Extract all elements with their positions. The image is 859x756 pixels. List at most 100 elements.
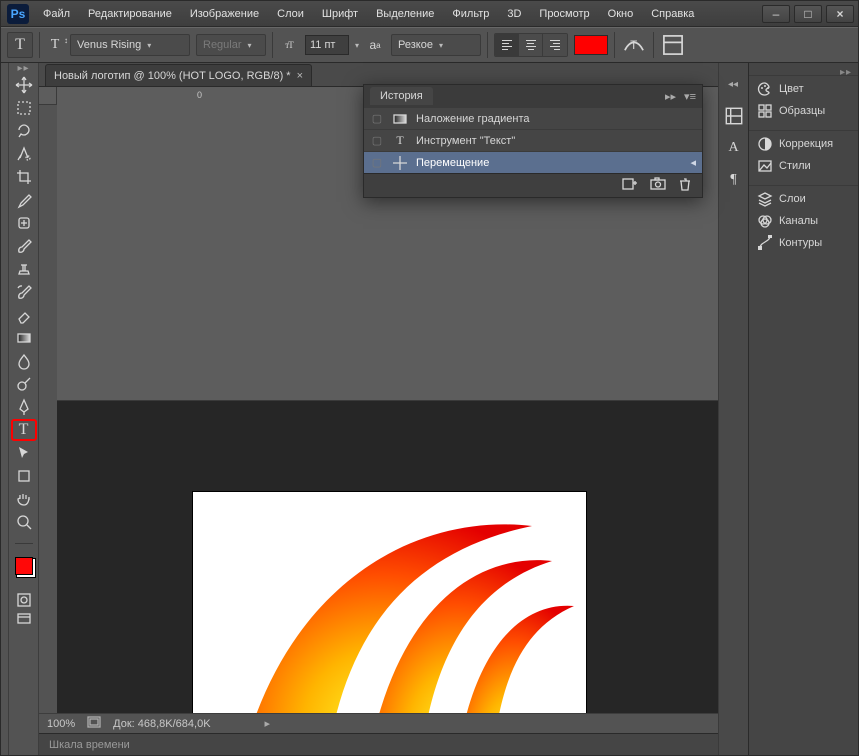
menu-select[interactable]: Выделение — [368, 5, 442, 23]
text-orientation-toggle[interactable]: T↕ — [46, 36, 64, 54]
timeline-label: Шкала времени — [49, 739, 130, 751]
separator — [614, 32, 615, 58]
zoom-value[interactable]: 100% — [47, 718, 75, 730]
menu-type[interactable]: Шрифт — [314, 5, 366, 23]
left-ledge — [1, 63, 9, 755]
move-tool[interactable] — [11, 74, 37, 96]
delete-state-icon[interactable] — [678, 177, 692, 194]
status-menu-icon[interactable]: ▸ — [264, 717, 710, 730]
type-tool[interactable]: T — [11, 419, 37, 441]
panel-collapse-icon[interactable]: ▸▸ — [749, 67, 858, 75]
close-tab-icon[interactable]: × — [297, 70, 303, 82]
path-select-tool[interactable] — [11, 442, 37, 464]
history-panel[interactable]: История ▸▸ ▾≡ ▢ Наложение градиента ▢ T … — [363, 84, 703, 198]
shape-tool[interactable] — [11, 465, 37, 487]
zoom-tool[interactable] — [11, 511, 37, 533]
history-row[interactable]: ▢ T Инструмент "Текст" — [364, 129, 702, 151]
hand-tool[interactable] — [11, 488, 37, 510]
font-family-dropdown[interactable]: Venus Rising ▾ — [70, 34, 190, 56]
new-document-from-state-icon[interactable] — [622, 177, 638, 194]
font-size-input[interactable] — [305, 35, 349, 55]
history-current-marker-icon: ◂ — [690, 156, 696, 169]
foreground-color-swatch[interactable] — [15, 557, 33, 575]
menu-view[interactable]: Просмотр — [531, 5, 597, 23]
history-visibility-toggle[interactable]: ▢ — [370, 156, 384, 169]
align-left-button[interactable] — [495, 34, 519, 56]
panel-color[interactable]: Цвет — [749, 78, 858, 100]
current-tool-type-icon[interactable]: T — [7, 32, 33, 58]
eraser-tool[interactable] — [11, 304, 37, 326]
history-row-label: Наложение градиента — [416, 113, 530, 125]
history-row[interactable]: ▢ Наложение градиента — [364, 107, 702, 129]
align-center-button[interactable] — [519, 34, 543, 56]
chevron-down-icon[interactable]: ▾ — [355, 41, 359, 50]
paragraph-panel-icon[interactable]: ¶ — [723, 169, 745, 191]
properties-panel-icon[interactable] — [723, 105, 745, 127]
panel-collapse-icon[interactable]: ▸▸ — [665, 90, 676, 103]
crop-tool[interactable] — [11, 166, 37, 188]
anti-alias-dropdown[interactable]: Резкое ▾ — [391, 34, 481, 56]
canvas[interactable]: HOT LOGO — [192, 491, 587, 714]
panel-label: Коррекция — [779, 138, 833, 150]
maximize-button[interactable]: □ — [794, 5, 822, 23]
panel-channels[interactable]: Каналы — [749, 210, 858, 232]
panel-grip-icon[interactable]: ▸▸ — [13, 65, 35, 71]
text-color-swatch[interactable] — [574, 35, 608, 55]
panel-layers[interactable]: Слои — [749, 188, 858, 210]
status-icon[interactable] — [87, 716, 101, 731]
minimize-button[interactable]: – — [762, 5, 790, 23]
align-right-button[interactable] — [543, 34, 567, 56]
timeline-panel-tab[interactable]: Шкала времени — [39, 733, 718, 755]
pen-tool[interactable] — [11, 396, 37, 418]
quick-mask-toggle[interactable] — [11, 591, 37, 609]
panel-group: Цвет Образцы — [749, 75, 858, 124]
marquee-tool[interactable] — [11, 97, 37, 119]
snapshot-icon[interactable] — [650, 177, 666, 194]
character-panel-icon[interactable]: A — [723, 137, 745, 159]
status-bar: 100% Док: 468,8K/684,0K ▸ — [39, 713, 718, 733]
paths-icon — [757, 235, 773, 251]
quick-select-tool[interactable] — [11, 143, 37, 165]
history-list: ▢ Наложение градиента ▢ T Инструмент "Те… — [364, 107, 702, 173]
lasso-tool[interactable] — [11, 120, 37, 142]
blur-tool[interactable] — [11, 350, 37, 372]
clone-stamp-tool[interactable] — [11, 258, 37, 280]
right-panel: ▸▸ Цвет Образцы Коррекция Стили — [748, 63, 858, 755]
history-panel-header[interactable]: История ▸▸ ▾≡ — [364, 85, 702, 107]
menu-file[interactable]: Файл — [35, 5, 78, 23]
dock-expand-icon[interactable]: ◂◂ — [722, 73, 744, 95]
history-visibility-toggle[interactable]: ▢ — [370, 112, 384, 125]
tools-panel: ▸▸ T — [9, 63, 39, 755]
eyedropper-tool[interactable] — [11, 189, 37, 211]
history-footer — [364, 173, 702, 197]
panel-swatches[interactable]: Образцы — [749, 100, 858, 122]
separator — [653, 32, 654, 58]
history-row[interactable]: ▢ Перемещение ◂ — [364, 151, 702, 173]
font-style-dropdown[interactable]: Regular ▾ — [196, 34, 266, 56]
panel-menu-icon[interactable]: ▾≡ — [684, 90, 696, 103]
healing-brush-tool[interactable] — [11, 212, 37, 234]
menu-window[interactable]: Окно — [600, 5, 642, 23]
menu-3d[interactable]: 3D — [499, 5, 529, 23]
panel-paths[interactable]: Контуры — [749, 232, 858, 254]
panel-adjustments[interactable]: Коррекция — [749, 133, 858, 155]
canvas-viewport[interactable]: HOT LOGO Текст — [57, 401, 718, 714]
character-panel-button[interactable] — [660, 34, 686, 56]
dodge-tool[interactable] — [11, 373, 37, 395]
menu-edit[interactable]: Редактирование — [80, 5, 180, 23]
screen-mode-toggle[interactable] — [11, 610, 37, 628]
gradient-tool[interactable] — [11, 327, 37, 349]
menu-layers[interactable]: Слои — [269, 5, 312, 23]
doc-size-value: Док: 468,8K/684,0K — [113, 718, 210, 730]
history-tab[interactable]: История — [370, 87, 433, 105]
menu-help[interactable]: Справка — [643, 5, 702, 23]
history-brush-tool[interactable] — [11, 281, 37, 303]
panel-styles[interactable]: Стили — [749, 155, 858, 177]
menu-image[interactable]: Изображение — [182, 5, 267, 23]
warp-text-button[interactable]: T — [621, 34, 647, 56]
menu-filter[interactable]: Фильтр — [444, 5, 497, 23]
close-button[interactable]: × — [826, 5, 854, 23]
brush-tool[interactable] — [11, 235, 37, 257]
document-tab[interactable]: Новый логотип @ 100% (HOT LOGO, RGB/8) *… — [45, 64, 312, 86]
history-visibility-toggle[interactable]: ▢ — [370, 134, 384, 147]
